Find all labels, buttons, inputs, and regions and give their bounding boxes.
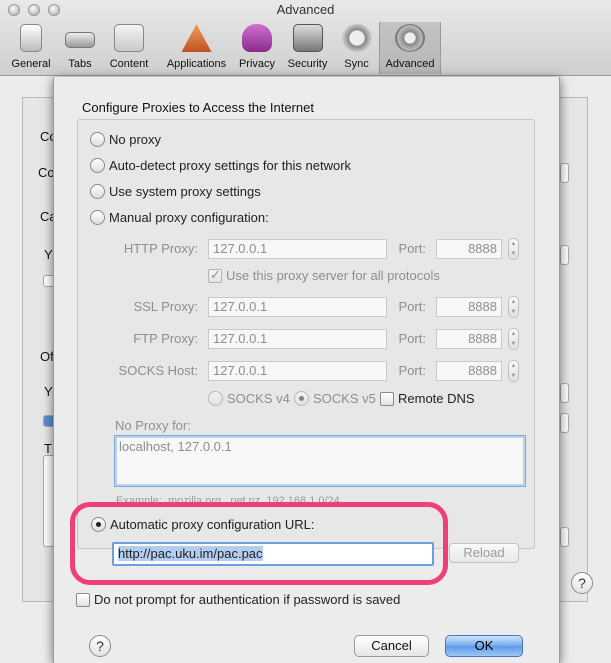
socks-v5-label: SOCKS v5 bbox=[313, 391, 376, 406]
privacy-icon bbox=[242, 24, 272, 52]
manual-proxy-radio[interactable] bbox=[90, 210, 105, 225]
background-button bbox=[560, 527, 569, 547]
content-icon bbox=[114, 24, 144, 52]
toolbar-advanced-label: Advanced bbox=[385, 58, 435, 70]
socks-port-field[interactable]: 8888 bbox=[436, 361, 502, 381]
connection-settings-sheet: Configure Proxies to Access the Internet… bbox=[53, 77, 560, 663]
socks-v4-label: SOCKS v4 bbox=[227, 391, 290, 406]
remote-dns-checkbox[interactable] bbox=[380, 391, 394, 406]
http-port-label: Port: bbox=[398, 241, 426, 256]
sheet-heading: Configure Proxies to Access the Internet bbox=[82, 100, 314, 115]
toolbar-privacy[interactable]: Privacy bbox=[233, 22, 281, 74]
tabs-icon bbox=[65, 32, 95, 48]
do-not-prompt-checkbox[interactable] bbox=[76, 592, 90, 607]
toolbar-security[interactable]: Security bbox=[281, 22, 334, 74]
background-label: Y bbox=[44, 247, 53, 262]
toolbar-general-label: General bbox=[11, 58, 51, 70]
ssl-port-label: Port: bbox=[398, 299, 426, 314]
no-proxy-for-textarea[interactable]: localhost, 127.0.0.1 bbox=[114, 435, 526, 487]
ssl-port-field[interactable]: 8888 bbox=[436, 297, 502, 317]
background-button bbox=[560, 245, 569, 265]
same-proxy-for-all-checkbox[interactable] bbox=[208, 267, 222, 283]
reload-button[interactable]: Reload bbox=[449, 543, 519, 563]
system-proxy-radio[interactable] bbox=[90, 184, 105, 199]
toolbar-tabs-label: Tabs bbox=[68, 58, 92, 70]
manual-proxy-label: Manual proxy configuration: bbox=[109, 210, 269, 225]
same-proxy-for-all-label: Use this proxy server for all protocols bbox=[226, 268, 440, 283]
auto-detect-label: Auto-detect proxy settings for this netw… bbox=[109, 158, 352, 173]
toolbar-sync-label: Sync bbox=[344, 58, 369, 70]
toolbar-security-label: Security bbox=[287, 58, 328, 70]
toolbar-general[interactable]: General bbox=[0, 22, 62, 74]
remote-dns-label: Remote DNS bbox=[398, 391, 475, 406]
cancel-button[interactable]: Cancel bbox=[354, 635, 429, 657]
auto-detect-option[interactable]: Auto-detect proxy settings for this netw… bbox=[90, 158, 351, 173]
ssl-port-stepper[interactable]: ▲ ▼ bbox=[508, 296, 519, 318]
no-proxy-radio[interactable] bbox=[90, 132, 105, 147]
ftp-port-stepper[interactable]: ▲ ▼ bbox=[508, 328, 519, 350]
no-proxy-for-label: No Proxy for: bbox=[115, 418, 191, 433]
no-proxy-label: No proxy bbox=[109, 132, 162, 147]
socks-v5-radio[interactable] bbox=[294, 391, 309, 406]
background-button bbox=[560, 163, 569, 183]
preferences-toolbar: General Tabs Content Applications Privac… bbox=[0, 22, 441, 76]
socks-v5-option[interactable]: SOCKS v5 bbox=[294, 391, 376, 406]
background-label: Of bbox=[40, 349, 54, 364]
background-button bbox=[560, 413, 569, 433]
preferences-window: Advanced General Tabs Content Applicatio… bbox=[0, 0, 611, 663]
auto-detect-radio[interactable] bbox=[90, 158, 105, 173]
do-not-prompt-row[interactable]: Do not prompt for authentication if pass… bbox=[76, 592, 400, 607]
socks-port-stepper[interactable]: ▲ ▼ bbox=[508, 360, 519, 382]
same-proxy-for-all-row[interactable]: Use this proxy server for all protocols bbox=[208, 267, 440, 283]
toolbar-advanced[interactable]: Advanced bbox=[379, 22, 441, 74]
ssl-proxy-label: SSL Proxy: bbox=[133, 299, 198, 314]
applications-icon bbox=[181, 24, 212, 52]
socks-v4-option[interactable]: SOCKS v4 bbox=[208, 391, 290, 406]
socks-host-label: SOCKS Host: bbox=[118, 363, 198, 378]
system-proxy-label: Use system proxy settings bbox=[109, 184, 261, 199]
http-port-field[interactable]: 8888 bbox=[436, 239, 502, 259]
advanced-icon bbox=[395, 24, 425, 52]
manual-proxy-option[interactable]: Manual proxy configuration: bbox=[90, 210, 269, 225]
remote-dns-row[interactable]: Remote DNS bbox=[380, 391, 475, 406]
toolbar-content[interactable]: Content bbox=[98, 22, 160, 74]
no-proxy-option[interactable]: No proxy bbox=[90, 132, 161, 147]
http-port-stepper[interactable]: ▲ ▼ bbox=[508, 238, 519, 260]
ok-button[interactable]: OK bbox=[445, 635, 523, 657]
background-label: Y bbox=[44, 384, 53, 399]
http-proxy-label: HTTP Proxy: bbox=[123, 241, 198, 256]
background-help-button: ? bbox=[571, 572, 593, 594]
security-icon bbox=[292, 24, 323, 52]
background-label: T bbox=[44, 441, 52, 456]
help-button[interactable]: ? bbox=[89, 635, 111, 657]
ftp-port-label: Port: bbox=[398, 331, 426, 346]
general-icon bbox=[20, 24, 42, 52]
toolbar-applications-label: Applications bbox=[166, 58, 227, 70]
socks-v4-radio[interactable] bbox=[208, 391, 223, 406]
system-proxy-option[interactable]: Use system proxy settings bbox=[90, 184, 261, 199]
highlight-annotation bbox=[70, 502, 448, 585]
do-not-prompt-label: Do not prompt for authentication if pass… bbox=[94, 592, 401, 607]
ftp-port-field[interactable]: 8888 bbox=[436, 329, 502, 349]
sync-icon bbox=[341, 24, 372, 52]
title-bar: Advanced General Tabs Content Applicatio… bbox=[0, 0, 611, 76]
window-title: Advanced bbox=[276, 2, 335, 17]
toolbar-sync[interactable]: Sync bbox=[334, 22, 379, 74]
toolbar-content-label: Content bbox=[109, 58, 149, 70]
toolbar-tabs[interactable]: Tabs bbox=[62, 22, 98, 74]
socks-port-label: Port: bbox=[398, 363, 426, 378]
background-button bbox=[560, 383, 569, 403]
toolbar-applications[interactable]: Applications bbox=[160, 22, 233, 74]
toolbar-privacy-label: Privacy bbox=[238, 58, 276, 70]
ftp-proxy-label: FTP Proxy: bbox=[133, 331, 198, 346]
